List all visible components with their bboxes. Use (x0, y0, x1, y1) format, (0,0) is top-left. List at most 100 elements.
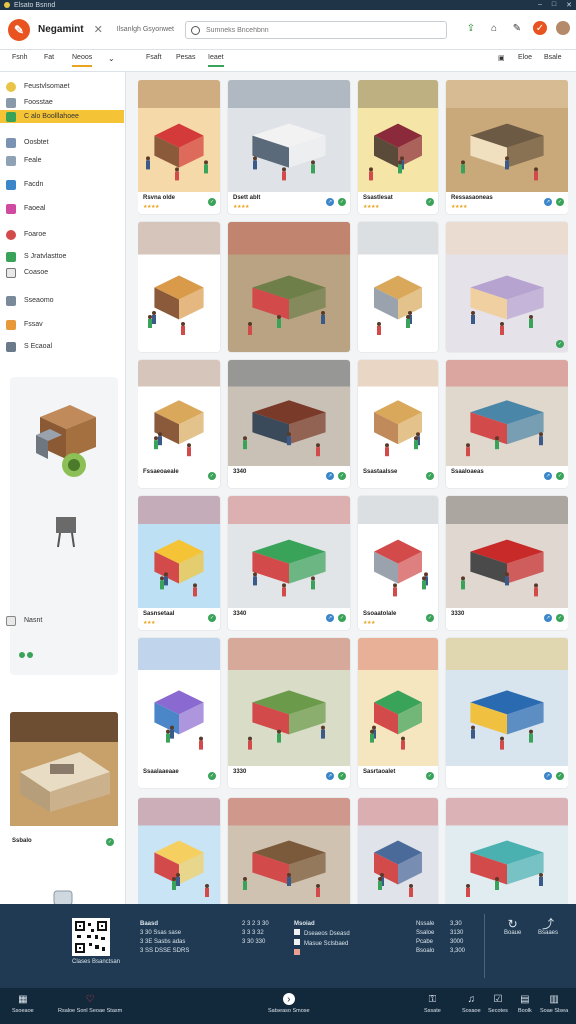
card-image[interactable] (446, 496, 568, 608)
check-icon[interactable]: ✓ (208, 198, 216, 206)
grid-card[interactable]: ✓ ↗ (446, 638, 568, 788)
card-image[interactable] (446, 360, 568, 466)
check-icon[interactable]: ✓ (426, 472, 434, 480)
grid-card[interactable]: Fssaeoaeale ✓ (138, 360, 220, 488)
check-icon[interactable]: ✓ (208, 472, 216, 480)
sidebar-item-10[interactable]: Sseaomo (6, 294, 122, 307)
share-icon[interactable]: ↗ (544, 772, 552, 780)
menu-item-right-2[interactable]: Bsale (544, 54, 562, 65)
grid-card[interactable] (358, 222, 438, 352)
share-icon[interactable]: ↗ (544, 472, 552, 480)
check-icon[interactable]: ✓ (338, 472, 346, 480)
card-image[interactable] (358, 496, 438, 608)
search-input[interactable] (206, 26, 426, 34)
grid-card[interactable]: Ssastaalsse ✓ (358, 360, 438, 488)
sidebar-item-3[interactable]: Oosbtet (6, 136, 122, 149)
menu-item-right-1[interactable]: Eloe (518, 54, 532, 65)
sidebar-item-9[interactable]: Coasoe (6, 266, 122, 279)
grid-card[interactable]: Sasnsetaal ★★★ ✓ (138, 496, 220, 630)
grid-card[interactable] (228, 798, 350, 904)
share-icon[interactable]: ↗ (326, 614, 334, 622)
grid-card[interactable]: Dsett ablt ★★★★ ✓ ↗ (228, 80, 350, 214)
grid-card[interactable]: Ssaalaaeaae ✓ (138, 638, 220, 788)
card-image[interactable] (138, 80, 220, 192)
card-image[interactable] (138, 798, 220, 904)
bottom-item-4[interactable]: ♫ Sosaoe (462, 993, 481, 1015)
share-icon[interactable]: ↗ (544, 198, 552, 206)
share-icon[interactable]: ↗ (326, 198, 334, 206)
card-image[interactable] (446, 222, 568, 352)
check-icon[interactable]: ✓ (338, 772, 346, 780)
sidebar-item-7[interactable]: Foaroe (6, 228, 122, 241)
card-image[interactable] (138, 638, 220, 766)
card-image[interactable] (358, 222, 438, 352)
grid-card[interactable]: Ressasaoneas ★★★★ ✓ ↗ (446, 80, 568, 214)
menu-item-edit[interactable]: Fat (44, 54, 54, 65)
chevron-down-icon[interactable]: ⌄ (108, 54, 115, 67)
grid-card[interactable] (446, 798, 568, 904)
bottom-item-1[interactable]: ♡ Rsaloe Sonl Seoae Stasm (58, 993, 122, 1015)
grid-card[interactable] (228, 222, 350, 352)
sidebar-item-4[interactable]: Feale (6, 154, 122, 167)
check-icon[interactable]: ✓ (208, 614, 216, 622)
preview-thumbnail[interactable] (10, 712, 118, 836)
card-image[interactable] (228, 798, 350, 904)
sidebar-item-12[interactable]: S Ecaoal (6, 340, 122, 353)
edit-icon[interactable]: ✎ (510, 21, 524, 35)
grid-view-icon[interactable]: ▣ (498, 54, 505, 66)
bottom-item-0[interactable]: ▦ Ssoeaoe (12, 993, 34, 1015)
bottom-item-7[interactable]: ▥ Soae Slsea (540, 993, 568, 1015)
menu-item-view[interactable]: Neoos (72, 54, 93, 67)
card-image[interactable] (358, 360, 438, 466)
grid-card[interactable] (138, 798, 220, 904)
check-icon[interactable]: ✓ (556, 472, 564, 480)
menu-item-file[interactable]: Fsnh (12, 54, 28, 65)
check-icon[interactable]: ✓ (556, 198, 564, 206)
notification-icon[interactable]: ✓ (533, 21, 547, 35)
card-image[interactable] (138, 496, 220, 608)
card-image[interactable] (138, 222, 220, 352)
check-icon[interactable]: ✓ (208, 772, 216, 780)
search-box[interactable] (185, 21, 447, 39)
close-window-button[interactable]: ✕ (566, 1, 572, 9)
footer-action-2[interactable]: ⤴ Bsaaes (538, 918, 558, 938)
card-image[interactable] (446, 798, 568, 904)
check-icon[interactable]: ✓ (426, 772, 434, 780)
share-icon[interactable]: ↗ (326, 472, 334, 480)
qr-code[interactable] (72, 918, 110, 956)
check-icon[interactable]: ✓ (338, 614, 346, 622)
grid-card[interactable]: ✓ (446, 222, 568, 352)
home-icon[interactable]: ⌂ (487, 21, 501, 35)
grid-card[interactable]: 3330 ✓ ↗ (228, 638, 350, 788)
grid-card[interactable]: 3340 ✓ ↗ (228, 496, 350, 630)
card-image[interactable] (228, 638, 350, 766)
close-tab-icon[interactable]: ✕ (94, 23, 103, 36)
card-image[interactable] (138, 360, 220, 466)
bottom-item-2[interactable]: › Satseaso Smose (268, 993, 310, 1014)
bottom-item-3[interactable]: ⚿ Sssate (424, 993, 441, 1015)
sidebar-item-11[interactable]: Fssav (6, 318, 122, 331)
card-image[interactable] (358, 798, 438, 904)
card-image[interactable] (446, 638, 568, 766)
card-image[interactable] (228, 80, 350, 192)
share-icon[interactable]: ↗ (544, 614, 552, 622)
sidebar-item-6[interactable]: Faoeal (6, 202, 122, 215)
menu-item-format[interactable]: Fsaft (146, 54, 162, 65)
grid-card[interactable]: Rsvna olde ★★★★ ✓ (138, 80, 220, 214)
user-avatar[interactable] (556, 21, 570, 35)
upload-icon[interactable]: ⇪ (464, 21, 478, 35)
maximize-button[interactable]: □ (552, 1, 556, 9)
sidebar-item-8[interactable]: S Jratvlasttoe (6, 250, 122, 263)
menu-item-tools[interactable]: Pesas (176, 54, 195, 65)
sidebar-item-5[interactable]: Facdn (6, 178, 122, 191)
sidebar-item-1[interactable]: Foosstae (6, 96, 122, 109)
card-image[interactable] (228, 222, 350, 352)
card-image[interactable] (446, 80, 568, 192)
grid-card[interactable]: Sasrtaoalet ✓ (358, 638, 438, 788)
grid-card[interactable]: 3330 ✓ ↗ (446, 496, 568, 630)
brand-logo-icon[interactable]: ✎ (8, 18, 30, 41)
share-icon[interactable]: ↗ (326, 772, 334, 780)
sidebar-item-0[interactable]: Feustvlsomaet (6, 80, 122, 93)
grid-card[interactable]: 3340 ✓ ↗ (228, 360, 350, 488)
check-icon[interactable]: ✓ (426, 614, 434, 622)
